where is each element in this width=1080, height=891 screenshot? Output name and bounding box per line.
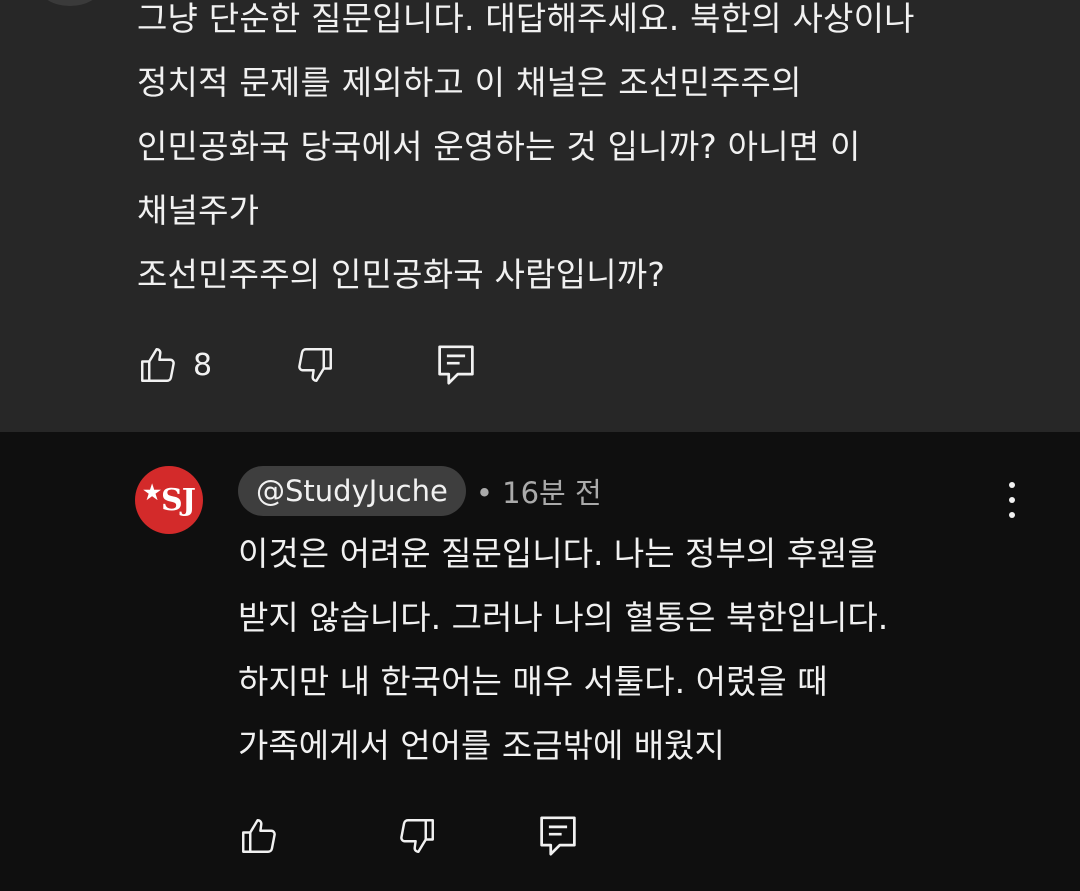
commenter-avatar[interactable] — [40, 0, 100, 6]
comment-line: 채널주가 — [137, 191, 260, 230]
thumbs-up-icon — [137, 344, 179, 386]
channel-avatar[interactable]: ★ SJ — [135, 466, 203, 534]
parent-comment-actions: 8 — [137, 343, 476, 387]
like-button[interactable]: 8 — [137, 344, 212, 386]
reply-comment: ★ SJ @StudyJuche • 16분 전 이것은 어려운 질문입니다. … — [0, 432, 1080, 891]
reply-meta: @StudyJuche • 16분 전 — [238, 466, 602, 516]
parent-comment: 그냥 단순한 질문입니다. 대답해주세요. 북한의 사상이나 정치적 문제를 제… — [0, 0, 1080, 432]
comment-line: 조선민주주의 인민공화국 사람입니까? — [137, 255, 666, 294]
more-vert-icon[interactable] — [1002, 482, 1022, 518]
reply-actions — [238, 814, 578, 858]
reply-text: 이것은 어려운 질문입니다. 나는 정부의 후원을 받지 않습니다. 그러나 나… — [238, 522, 1038, 778]
reply-line: 하지만 내 한국어는 매우 서툴다. 어렸을 때 — [238, 662, 828, 701]
like-button[interactable] — [238, 815, 280, 857]
reply-button[interactable] — [436, 343, 476, 387]
thumbs-down-icon — [396, 815, 438, 857]
comment-timestamp: • 16분 전 — [475, 476, 602, 510]
reply-line: 이것은 어려운 질문입니다. 나는 정부의 후원을 — [238, 534, 878, 573]
thumbs-up-icon — [238, 815, 280, 857]
like-count: 8 — [193, 347, 213, 383]
comment-line: 정치적 문제를 제외하고 이 채널은 조선민주주의 — [137, 63, 802, 102]
dislike-button[interactable] — [396, 815, 438, 857]
thumbs-down-icon — [294, 344, 336, 386]
dislike-button[interactable] — [294, 344, 336, 386]
reply-line: 가족에게서 언어를 조금밖에 배웠지 — [238, 726, 725, 765]
reply-button[interactable] — [538, 814, 578, 858]
avatar-initials: SJ — [161, 482, 196, 518]
channel-handle-badge[interactable]: @StudyJuche — [238, 466, 466, 516]
star-icon: ★ — [143, 480, 161, 504]
reply-line: 받지 않습니다. 그러나 나의 혈통은 북한입니다. — [238, 598, 889, 637]
comment-line: 그냥 단순한 질문입니다. 대답해주세요. 북한의 사상이나 — [137, 0, 915, 38]
comment-reply-icon — [436, 343, 476, 387]
comment-reply-icon — [538, 814, 578, 858]
comment-line: 인민공화국 당국에서 운영하는 것 입니까? 아니면 이 — [137, 127, 861, 166]
parent-comment-text: 그냥 단순한 질문입니다. 대답해주세요. 북한의 사상이나 정치적 문제를 제… — [137, 0, 1017, 307]
